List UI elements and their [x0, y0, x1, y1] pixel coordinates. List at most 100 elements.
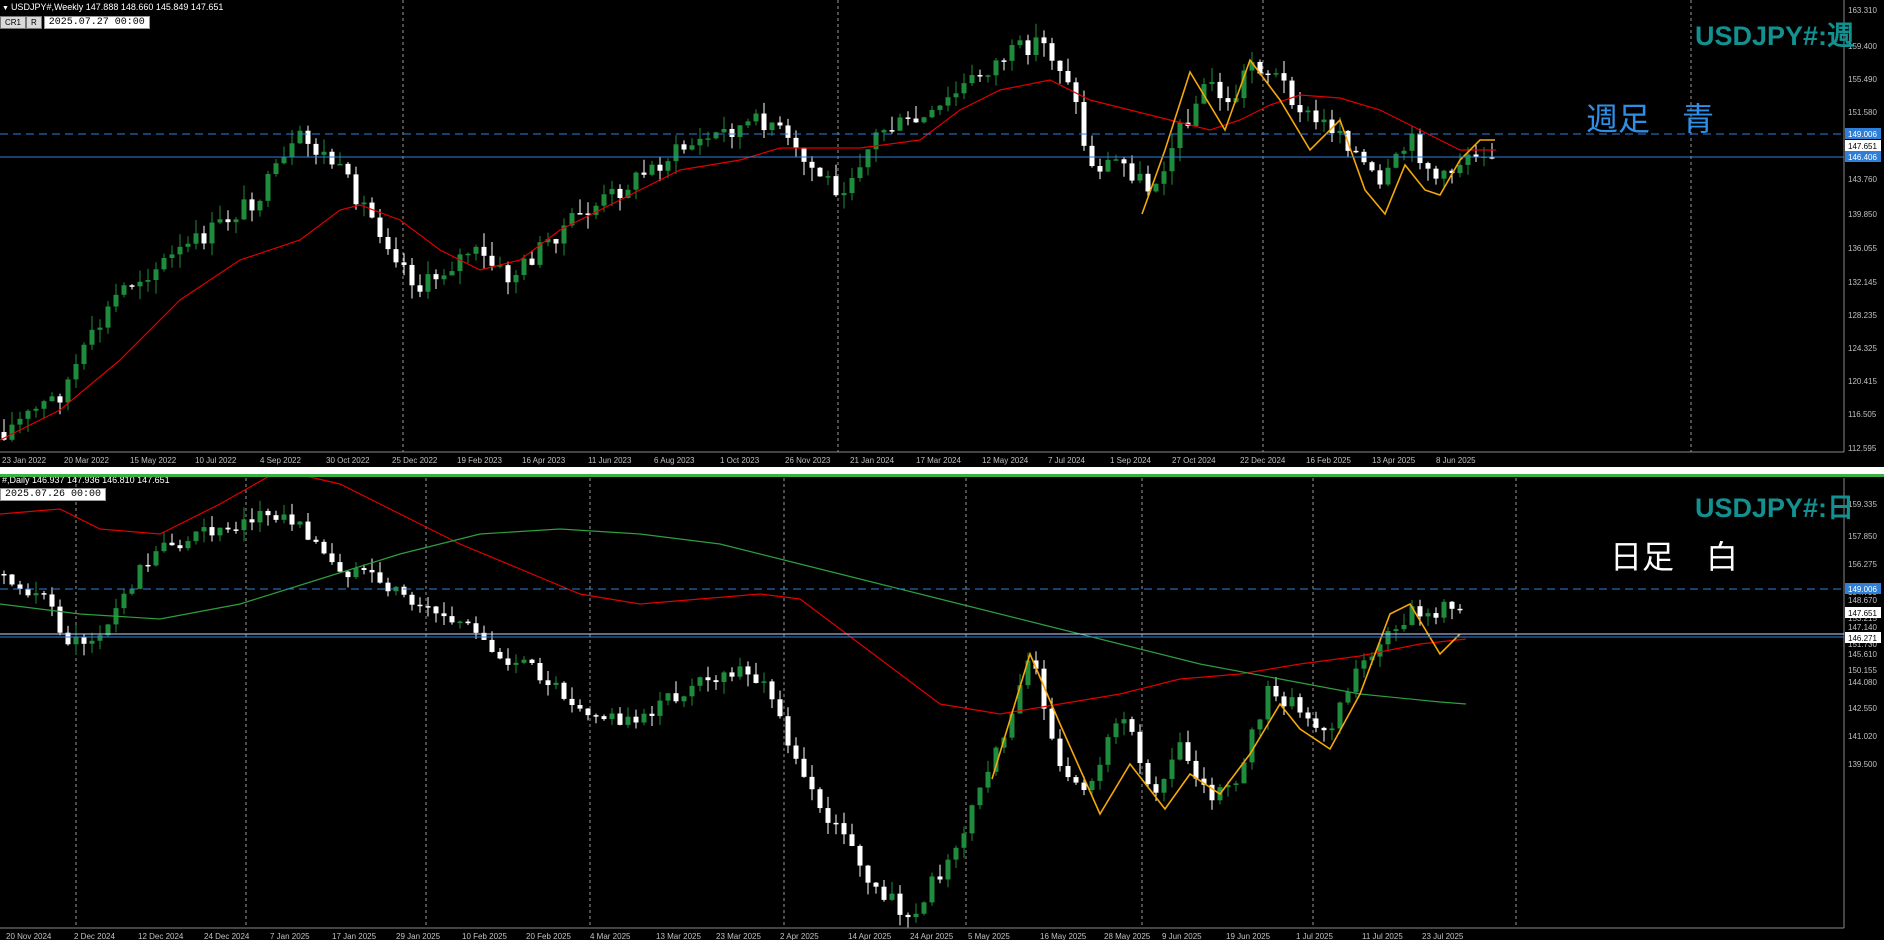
- candle-body: [849, 177, 855, 194]
- candle-body: [345, 163, 351, 175]
- candle-body: [1161, 171, 1167, 184]
- candle-body: [65, 379, 71, 403]
- candle-body: [361, 202, 367, 205]
- candle-body: [153, 269, 159, 281]
- candle-body: [1041, 37, 1047, 44]
- candle-body: [841, 193, 847, 196]
- weekly-chart-pane[interactable]: 163.310 159.400 155.490 151.580 149.006 147.6…: [0, 0, 1884, 467]
- time-axis-label: 22 Dec 2024: [1240, 456, 1286, 465]
- time-axis-label: 4 Sep 2022: [260, 456, 301, 465]
- cr1-button[interactable]: CR1: [0, 16, 27, 29]
- time-axis-label: 16 Feb 2025: [1306, 456, 1351, 465]
- price-axis-label: 128.235: [1848, 311, 1877, 320]
- daily-chart-canvas[interactable]: 159.335157.850156.275154.790153.215151.7…: [0, 474, 1884, 940]
- candle-body: [737, 125, 743, 137]
- candle-body: [1233, 783, 1239, 786]
- price-axis-label: 144.080: [1848, 678, 1877, 687]
- candle-body: [1329, 728, 1335, 731]
- candle-body: [1321, 119, 1327, 123]
- candle-body: [1401, 624, 1407, 630]
- candle-body: [145, 564, 151, 567]
- time-axis-label: 12 May 2024: [982, 456, 1029, 465]
- candle-body: [417, 285, 423, 292]
- candle-body: [905, 914, 911, 918]
- candle-body: [169, 542, 175, 546]
- candle-body: [881, 886, 887, 900]
- candle-body: [545, 680, 551, 686]
- candle-body: [1297, 697, 1303, 713]
- candle-body: [1457, 164, 1463, 174]
- weekly-date-box[interactable]: 2025.07.27 00:00: [43, 16, 150, 29]
- candle-body: [1065, 70, 1071, 83]
- candle-body: [713, 132, 719, 139]
- candle-body: [513, 662, 519, 665]
- candle-body: [1433, 168, 1439, 179]
- candle-body: [1441, 170, 1447, 179]
- candle-body: [705, 677, 711, 681]
- candle-body: [873, 132, 879, 150]
- time-axis-label: 5 May 2025: [968, 932, 1010, 940]
- candle-body: [673, 693, 679, 702]
- candle-body: [377, 217, 383, 237]
- weekly-symbol-info-text: USDJPY#,Weekly 147.888 148.660 145.849 1…: [10, 2, 224, 12]
- price-axis-label: 141.020: [1848, 732, 1877, 741]
- candle-body: [17, 584, 23, 589]
- candle-body: [665, 161, 671, 171]
- candle-body: [361, 568, 367, 570]
- candle-body: [193, 531, 199, 542]
- candle-body: [57, 606, 63, 633]
- weekly-chart-canvas[interactable]: 163.310159.400155.490151.580149.006147.6…: [0, 0, 1884, 467]
- candle-body: [249, 199, 255, 211]
- price-axis-label: 139.500: [1848, 760, 1877, 769]
- candle-body: [785, 716, 791, 746]
- price-axis-label: 146.271: [1848, 634, 1877, 643]
- time-axis-label: 24 Apr 2025: [910, 932, 954, 940]
- candle-body: [1417, 606, 1423, 617]
- candle-body: [41, 593, 47, 595]
- time-axis-label: 1 Jul 2025: [1296, 932, 1333, 940]
- weekly-toolbar: CR1 R 2025.07.27 00:00: [0, 16, 150, 29]
- candle-body: [201, 527, 207, 532]
- candle-body: [937, 876, 943, 880]
- candle-body: [1353, 150, 1359, 153]
- candle-body: [1097, 166, 1103, 172]
- pane-divider[interactable]: [0, 467, 1884, 474]
- candle-body: [889, 893, 895, 900]
- candle-body: [1377, 170, 1383, 185]
- candle-body: [593, 715, 599, 717]
- candle-body: [457, 621, 463, 624]
- price-axis-label: 149.006: [1848, 585, 1877, 594]
- candle-body: [81, 344, 87, 365]
- daily-chart-pane[interactable]: 159.335157.850156.275154.790153.215151.7…: [0, 474, 1884, 940]
- collapse-triangle-icon[interactable]: ▼: [2, 5, 9, 12]
- time-axis-label: 21 Jan 2024: [850, 456, 895, 465]
- candle-body: [865, 149, 871, 168]
- price-axis-label: 147.651: [1848, 609, 1877, 618]
- time-axis-label: 20 Feb 2025: [526, 932, 571, 940]
- candle-body: [1169, 759, 1175, 779]
- candle-body: [713, 680, 719, 683]
- candle-body: [1073, 777, 1079, 783]
- candle-body: [1, 574, 7, 576]
- candle-body: [433, 274, 439, 280]
- candle-body: [1105, 159, 1111, 172]
- candle-body: [1089, 145, 1095, 167]
- candle-body: [1089, 780, 1095, 791]
- candle-body: [1193, 103, 1199, 126]
- daily-toolbar: 2025.07.26 00:00: [0, 488, 107, 501]
- candle-body: [57, 396, 63, 403]
- daily-date-box[interactable]: 2025.07.26 00:00: [0, 488, 107, 501]
- candle-body: [809, 161, 815, 168]
- candle-body: [353, 568, 359, 578]
- candle-body: [449, 616, 455, 623]
- candle-body: [833, 822, 839, 825]
- candle-body: [193, 233, 199, 244]
- candle-body: [1129, 163, 1135, 181]
- time-axis-label: 27 Oct 2024: [1172, 456, 1216, 465]
- candle-body: [873, 882, 879, 887]
- r-button[interactable]: R: [26, 16, 42, 29]
- candle-body: [777, 699, 783, 717]
- candle-body: [1225, 98, 1231, 103]
- candle-body: [409, 264, 415, 286]
- candle-body: [769, 122, 775, 131]
